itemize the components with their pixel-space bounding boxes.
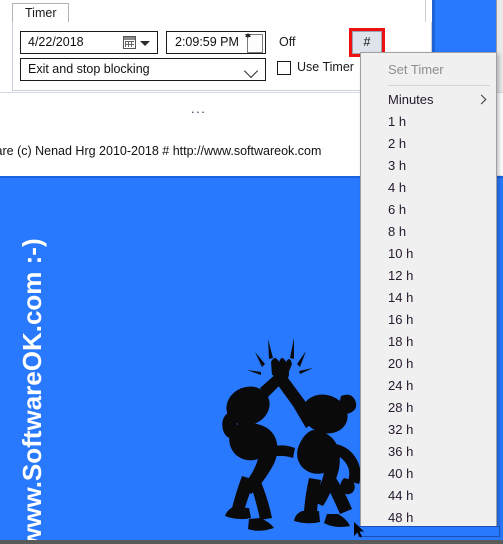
action-combobox[interactable]: Exit and stop blocking: [20, 58, 266, 81]
menu-item-label: 20 h: [388, 356, 414, 371]
menu-item-18h[interactable]: 18 h: [361, 331, 496, 353]
menu-item-label: 18 h: [388, 334, 414, 349]
tab-timer-label: Timer: [25, 6, 57, 20]
menu-item-label: 6 h: [388, 202, 407, 217]
context-menu-header: Set Timer: [388, 62, 444, 77]
menu-item-label: 12 h: [388, 268, 414, 283]
menu-item-label: 32 h: [388, 422, 414, 437]
cursor-arrow-icon: [354, 522, 364, 538]
menu-item-2h[interactable]: 2 h: [361, 133, 496, 155]
menu-item-label: 3 h: [388, 158, 407, 173]
menu-item-label: 28 h: [388, 400, 414, 415]
menu-item-label: 10 h: [388, 246, 414, 261]
context-menu-list: Minutes 1 h 2 h 3 h 4 h 6 h 8 h 10 h 12 …: [361, 89, 496, 529]
menu-item-1h[interactable]: 1 h: [361, 111, 496, 133]
menu-item-label: 8 h: [388, 224, 407, 239]
set-timer-context-menu: Set Timer Minutes 1 h 2 h 3 h 4 h 6 h 8 …: [360, 52, 497, 533]
menu-item-44h[interactable]: 44 h: [361, 485, 496, 507]
use-timer-checkbox[interactable]: [277, 61, 291, 75]
background-blue-block: [432, 0, 496, 60]
menu-item-32h[interactable]: 32 h: [361, 419, 496, 441]
menu-item-24h[interactable]: 24 h: [361, 375, 496, 397]
chevron-down-icon[interactable]: [140, 41, 150, 46]
menu-item-6h[interactable]: 6 h: [361, 199, 496, 221]
menu-item-40h[interactable]: 40 h: [361, 463, 496, 485]
menu-item-label: 14 h: [388, 290, 414, 305]
menu-item-20h[interactable]: 20 h: [361, 353, 496, 375]
ellipsis-text: ...: [191, 101, 207, 116]
date-picker-value: 4/22/2018: [28, 35, 84, 49]
use-timer-label: Use Timer: [297, 60, 354, 74]
calendar-icon: [123, 36, 136, 49]
chevron-down-icon: [243, 63, 259, 79]
time-spinner[interactable]: [245, 33, 263, 53]
menu-item-label: Minutes: [388, 92, 434, 107]
menu-bottom-blue-bar: [358, 526, 500, 537]
menu-item-36h[interactable]: 36 h: [361, 441, 496, 463]
dancing-figures-silhouette-icon: [222, 338, 361, 531]
menu-item-4h[interactable]: 4 h: [361, 177, 496, 199]
menu-item-label: 2 h: [388, 136, 407, 151]
menu-item-label: 4 h: [388, 180, 407, 195]
time-picker-value: 2:09:59 PM: [175, 35, 239, 49]
application-window: Timer 4/22/2018 2:09:59 PM Off # Exit an…: [0, 0, 503, 544]
menu-item-label: 44 h: [388, 488, 414, 503]
menu-item-12h[interactable]: 12 h: [361, 265, 496, 287]
menu-item-minutes[interactable]: Minutes: [361, 89, 496, 111]
menu-item-14h[interactable]: 14 h: [361, 287, 496, 309]
date-picker[interactable]: 4/22/2018: [20, 31, 158, 54]
chevron-right-icon: [476, 94, 487, 105]
timer-status-label: Off: [279, 35, 296, 49]
menu-item-8h[interactable]: 8 h: [361, 221, 496, 243]
context-menu-separator: [388, 85, 490, 86]
menu-item-16h[interactable]: 16 h: [361, 309, 496, 331]
tab-strip: Timer: [12, 3, 432, 23]
hash-button[interactable]: #: [352, 31, 382, 54]
watermark-text: www.SoftwareOK.com :-): [16, 238, 47, 540]
background-blue-block-edge: [432, 0, 435, 60]
menu-item-label: 1 h: [388, 114, 407, 129]
menu-item-label: 24 h: [388, 378, 414, 393]
menu-item-label: 48 h: [388, 510, 414, 525]
menu-item-3h[interactable]: 3 h: [361, 155, 496, 177]
menu-item-label: 40 h: [388, 466, 414, 481]
hash-button-label: #: [363, 35, 371, 49]
menu-item-label: 36 h: [388, 444, 414, 459]
menu-item-28h[interactable]: 28 h: [361, 397, 496, 419]
menu-item-label: 16 h: [388, 312, 414, 327]
menu-item-10h[interactable]: 10 h: [361, 243, 496, 265]
triangle-down-icon: [245, 34, 251, 38]
copyright-text: …ware (c) Nenad Hrg 2010-2018 # http://w…: [0, 144, 322, 158]
time-picker[interactable]: 2:09:59 PM: [166, 31, 266, 54]
action-combobox-value: Exit and stop blocking: [28, 62, 150, 76]
tab-timer[interactable]: Timer: [12, 3, 70, 22]
banner-bottom-shadow: [0, 540, 503, 544]
